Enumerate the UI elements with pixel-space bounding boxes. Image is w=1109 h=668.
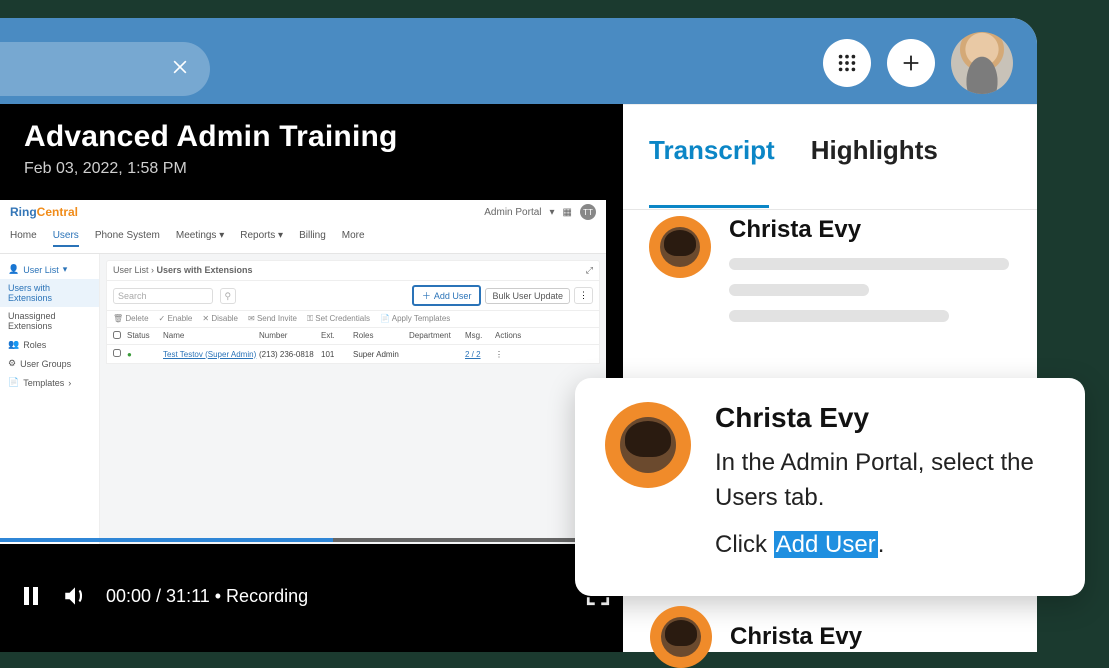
transcript-entry: Christa Evy [649,216,1011,322]
th-dept[interactable]: Department [409,331,465,341]
side-users-ext[interactable]: Users with Extensions [0,279,99,307]
expand-icon[interactable]: ⤢ [586,265,593,276]
speaker-avatar [605,402,691,488]
tool-disable[interactable]: ✕ Disable [202,314,238,324]
rc-tab-billing[interactable]: Billing [299,230,326,247]
more-actions-icon[interactable]: ⋮ [574,287,593,304]
popup-speaker-name: Christa Evy [715,402,1055,434]
row-checkbox[interactable] [113,349,121,357]
add-user-link[interactable]: Add User [774,531,878,558]
side-user-list[interactable]: 👤 User List ▾ [0,260,99,279]
tab-highlights[interactable]: Highlights [811,135,938,166]
chevron-down-icon: ▾ [550,207,555,218]
transcript-entry: Christa Evy [650,606,862,668]
speaker-avatar [650,606,712,668]
table-row[interactable]: ● Test Testov (Super Admin) (213) 236-08… [106,345,600,364]
speaker-avatar [649,216,711,278]
popup-line2: Click Add User. [715,528,1055,563]
row-msg[interactable]: 2 / 2 [465,350,495,359]
tab-transcript[interactable]: Transcript [649,135,775,166]
popup-line1: In the Admin Portal, select the Users ta… [715,446,1055,516]
video-date: Feb 03, 2022, 1:58 PM [24,160,599,178]
user-avatar-small[interactable]: TT [580,204,596,220]
profile-avatar[interactable] [951,32,1013,94]
side-user-groups[interactable]: ⚙ User Groups [0,354,99,373]
select-all-checkbox[interactable] [113,331,121,339]
rc-tab-phone[interactable]: Phone System [95,230,160,247]
rc-tab-home[interactable]: Home [10,230,37,247]
th-ext[interactable]: Ext. [321,331,353,341]
bulk-user-update-button[interactable]: Bulk User Update [485,288,570,304]
video-pane: Advanced Admin Training Feb 03, 2022, 1:… [0,104,623,652]
th-roles[interactable]: Roles [353,331,409,341]
text-placeholder [729,310,949,322]
screenshare-content: RingCentral Admin Portal ▾ ▦ TT Home Use… [0,200,606,538]
dialpad-button[interactable] [823,39,871,87]
side-templates[interactable]: 📄 Templates › [0,373,99,392]
text-placeholder [729,284,869,296]
apps-icon[interactable]: ▦ [563,207,572,218]
pause-button[interactable] [18,583,44,609]
row-number: (213) 236-0818 [259,350,321,359]
speaker-name: Christa Evy [730,623,862,651]
rc-tab-more[interactable]: More [342,230,365,247]
rc-tab-users[interactable]: Users [53,230,79,247]
top-bar [0,18,1037,104]
th-msg[interactable]: Msg. [465,331,495,341]
volume-button[interactable] [62,583,88,609]
text-placeholder [729,258,1009,270]
row-ext: 101 [321,350,353,359]
th-status[interactable]: Status [127,331,163,341]
row-actions-icon[interactable]: ⋮ [495,350,535,359]
transcript-popup: Christa Evy In the Admin Portal, select … [575,378,1085,596]
th-number[interactable]: Number [259,331,321,341]
side-roles[interactable]: 👥 Roles [0,335,99,354]
search-pill[interactable] [0,42,210,96]
row-name[interactable]: Test Testov (Super Admin) [163,350,259,359]
close-icon[interactable] [170,57,190,82]
tool-delete[interactable]: 🗑 Delete [113,314,149,324]
video-title: Advanced Admin Training [24,120,599,154]
rc-tab-reports[interactable]: Reports ▾ [240,230,283,247]
row-role: Super Admin [353,350,409,359]
admin-portal-dropdown[interactable]: Admin Portal [484,207,541,218]
tool-apply-tpl[interactable]: 📄 Apply Templates [380,314,450,324]
rc-search-input[interactable]: Search [113,288,213,304]
add-user-button[interactable]: ＋ Add User [412,285,482,306]
tool-enable[interactable]: ✓ Enable [159,314,193,324]
rc-tab-meetings[interactable]: Meetings ▾ [176,230,224,247]
tool-set-cred[interactable]: ⚿ Set Credentials [307,314,370,324]
tool-send-invite[interactable]: ✉ Send Invite [248,314,297,324]
speaker-name: Christa Evy [729,216,1011,244]
side-unassigned[interactable]: Unassigned Extensions [0,307,99,335]
th-actions[interactable]: Actions [495,331,535,341]
tab-indicator [649,205,769,208]
breadcrumb: User List › Users with Extensions [113,265,253,276]
status-icon: ● [127,350,163,359]
filter-icon[interactable]: ⚲ [220,288,237,304]
ringcentral-logo: RingCentral [10,205,78,219]
time-label: 00:00 / 31:11 • Recording [106,586,308,607]
add-button[interactable] [887,39,935,87]
th-name[interactable]: Name [163,331,259,341]
